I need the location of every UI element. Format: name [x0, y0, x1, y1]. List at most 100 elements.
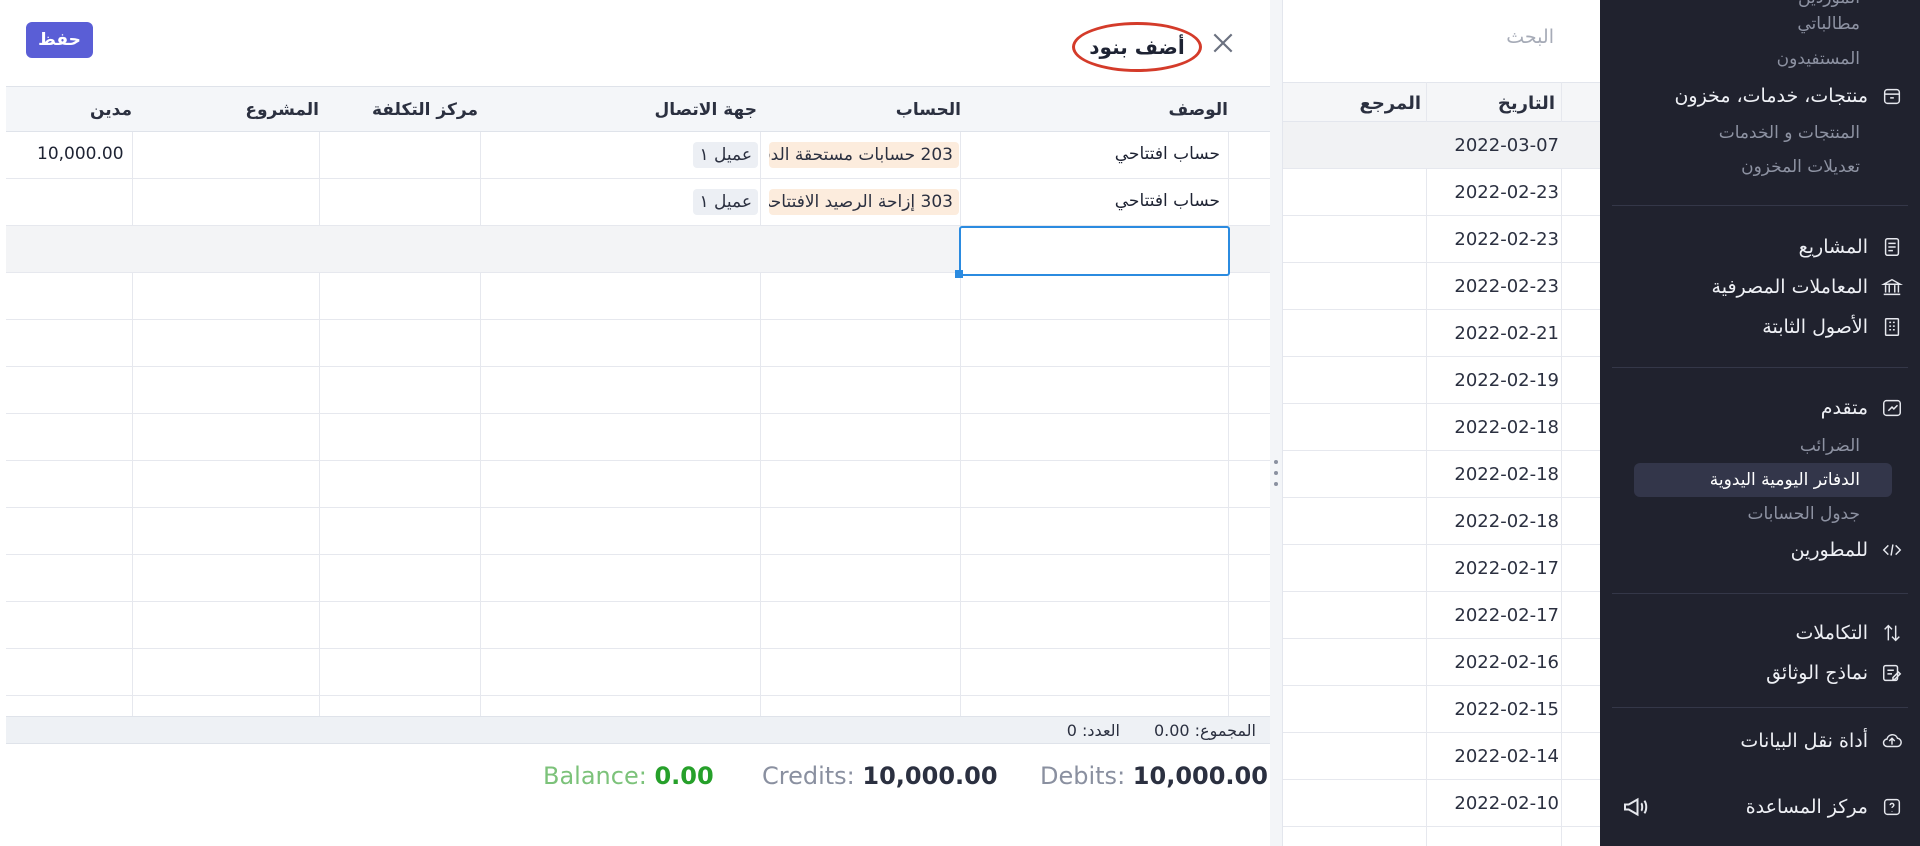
list-row[interactable]: 2022-02-19 [1283, 357, 1601, 404]
list-row[interactable]: 2022-02-23 [1283, 169, 1601, 216]
active-cell-editor[interactable] [959, 226, 1230, 276]
box-icon [1880, 84, 1904, 108]
sidebar-item-developers[interactable]: للمطورين [1791, 538, 1904, 562]
list-row[interactable]: 2022-02-21 [1283, 310, 1601, 357]
debits-label: Debits: [1040, 762, 1126, 790]
column-header-date[interactable]: التاريخ [1498, 93, 1555, 114]
column-header-contact[interactable]: جهة الاتصال [655, 100, 757, 120]
sidebar-item-label: التكاملات [1795, 622, 1868, 644]
sidebar-subitem-my-claims[interactable]: مطالباتي [1797, 14, 1860, 34]
list-row[interactable]: 2022-02-23 [1283, 263, 1601, 310]
sidebar-item-document-templates[interactable]: نماذج الوثائق [1766, 661, 1904, 685]
cell-description[interactable]: حساب افتتاحي [1115, 191, 1220, 211]
sidebar-item-bank-transactions[interactable]: المعاملات المصرفية [1712, 275, 1904, 299]
list-row[interactable]: 2022-02-17 [1283, 592, 1601, 639]
sidebar-item-label: متقدم [1820, 397, 1868, 419]
table-row-empty[interactable] [6, 602, 1270, 649]
grid-header: الوصف الحساب جهة الاتصال مركز التكلفة ال… [6, 86, 1270, 132]
chart-icon [1880, 396, 1904, 420]
sidebar-item-label: نماذج الوثائق [1766, 662, 1868, 684]
table-row-empty[interactable] [6, 367, 1270, 414]
table-row-empty[interactable] [6, 649, 1270, 696]
sidebar-item-products[interactable]: منتجات، خدمات، مخزون [1674, 84, 1904, 108]
list-row[interactable]: 2022-02-18 [1283, 404, 1601, 451]
sidebar-item-projects[interactable]: المشاريع [1799, 235, 1904, 259]
row-date: 2022-02-18 [1454, 511, 1559, 532]
sidebar-subitem-beneficiaries[interactable]: المستفيدون [1777, 49, 1860, 69]
row-date: 2022-02-16 [1454, 652, 1559, 673]
template-edit-icon [1880, 661, 1904, 685]
row-date: 2022-02-23 [1454, 229, 1559, 250]
sidebar-subitem-manual-journals[interactable]: الدفاتر اليومية اليدوية [1710, 470, 1860, 490]
row-date: 2022-02-21 [1454, 323, 1559, 344]
sidebar-item-label: المعاملات المصرفية [1711, 276, 1868, 298]
list-row[interactable]: 2022-03-07 [1283, 122, 1601, 169]
table-row[interactable]: حساب افتتاحي 303 إزاحة الرصيد الافتتاحي … [6, 179, 1270, 226]
cell-contact[interactable]: عميل ١ [693, 142, 758, 168]
cell-account[interactable]: 303 إزاحة الرصيد الافتتاحي [769, 189, 959, 215]
column-header-project[interactable]: المشروع [245, 100, 319, 120]
row-date: 2022-02-23 [1454, 276, 1559, 297]
row-date: 2022-02-18 [1454, 464, 1559, 485]
row-date: 2022-02-10 [1454, 793, 1559, 814]
list-row[interactable]: 2022-02-18 [1283, 451, 1601, 498]
table-row[interactable]: حساب افتتاحي 203 حسابات مستحقة الدفع عمي… [6, 132, 1270, 179]
megaphone-icon[interactable] [1618, 792, 1650, 822]
resize-gutter[interactable] [1270, 0, 1282, 846]
credits-label: Credits: [762, 762, 855, 790]
summary-count: العدد: 0 [1066, 721, 1120, 740]
cell-account[interactable]: 203 حسابات مستحقة الدفع [769, 142, 959, 168]
balance-label: Balance: [543, 762, 647, 790]
list-row[interactable]: 2022-02-17 [1283, 545, 1601, 592]
row-date: 2022-02-19 [1454, 370, 1559, 391]
sidebar-item-advanced[interactable]: متقدم [1821, 396, 1904, 420]
cell-description[interactable]: حساب افتتاحي [1115, 144, 1220, 164]
drag-handle-icon[interactable] [1273, 460, 1279, 486]
table-row-empty[interactable] [6, 508, 1270, 555]
list-row[interactable]: 2022-02-18 [1283, 498, 1601, 545]
cell-contact[interactable]: عميل ١ [693, 189, 758, 215]
column-header-debit[interactable]: مدين [90, 100, 132, 120]
sidebar-item-help-center[interactable]: مركز المساعدة [1746, 795, 1904, 819]
column-header-cost-center[interactable]: مركز التكلفة [372, 100, 478, 120]
close-icon[interactable] [1210, 30, 1236, 56]
search-input[interactable]: البحث [1506, 26, 1554, 48]
row-date: 2022-02-17 [1454, 605, 1559, 626]
sidebar-subitem-products-services[interactable]: المنتجات و الخدمات [1719, 123, 1860, 143]
sidebar-item-data-import-tool[interactable]: أداة نقل البيانات [1740, 729, 1904, 753]
sidebar-subitem-inventory-adjustments[interactable]: تعديلات المخزون [1741, 157, 1860, 177]
sidebar-item-integrations[interactable]: التكاملات [1796, 621, 1904, 645]
list-row[interactable]: 2022-02-23 [1283, 216, 1601, 263]
save-button[interactable]: حفظ [26, 22, 93, 58]
table-row-empty[interactable] [6, 555, 1270, 602]
table-row-empty[interactable] [6, 414, 1270, 461]
list-row[interactable]: 2022-02-10 [1283, 780, 1601, 827]
row-date: 2022-02-15 [1454, 699, 1559, 720]
column-header-description[interactable]: الوصف [1168, 100, 1228, 120]
debits-total: Debits: 10,000.00 [1040, 762, 1268, 790]
add-items-modal: حفظ أضف بنود الوصف الحساب جهة الاتصال مر… [0, 0, 1282, 846]
summary-sum: المجموع: 0.00 [1153, 721, 1256, 740]
sidebar-subitem-chart-of-accounts[interactable]: جدول الحسابات [1747, 504, 1860, 524]
column-header-reference[interactable]: المرجع [1360, 93, 1421, 114]
column-header-account[interactable]: الحساب [896, 100, 961, 120]
list-row[interactable]: 2022-02-16 [1283, 639, 1601, 686]
table-row-empty[interactable] [6, 461, 1270, 508]
help-icon [1880, 795, 1904, 819]
credits-value: 10,000.00 [862, 762, 998, 790]
row-date: 2022-02-14 [1454, 746, 1559, 767]
sidebar-subitem-suppliers[interactable]: الموردين [1798, 0, 1860, 8]
list-row[interactable]: 2022-02-14 [1283, 733, 1601, 780]
cell-debit[interactable]: 10,000.00 [37, 144, 124, 164]
list-row[interactable]: 2022-02-15 [1283, 686, 1601, 733]
table-row-empty[interactable] [6, 320, 1270, 367]
row-date: 2022-02-18 [1454, 417, 1559, 438]
sidebar-item-fixed-assets[interactable]: الأصول الثابتة [1762, 315, 1904, 339]
fill-handle[interactable] [955, 270, 963, 278]
sidebar-item-label: أداة نقل البيانات [1740, 730, 1868, 752]
sidebar-subitem-taxes[interactable]: الضرائب [1800, 436, 1860, 456]
transfer-arrows-icon [1880, 621, 1904, 645]
grid-summary-bar: المجموع: 0.00 العدد: 0 [6, 716, 1270, 744]
balance-total: Balance: 0.00 [543, 762, 714, 790]
table-row-empty[interactable] [6, 273, 1270, 320]
